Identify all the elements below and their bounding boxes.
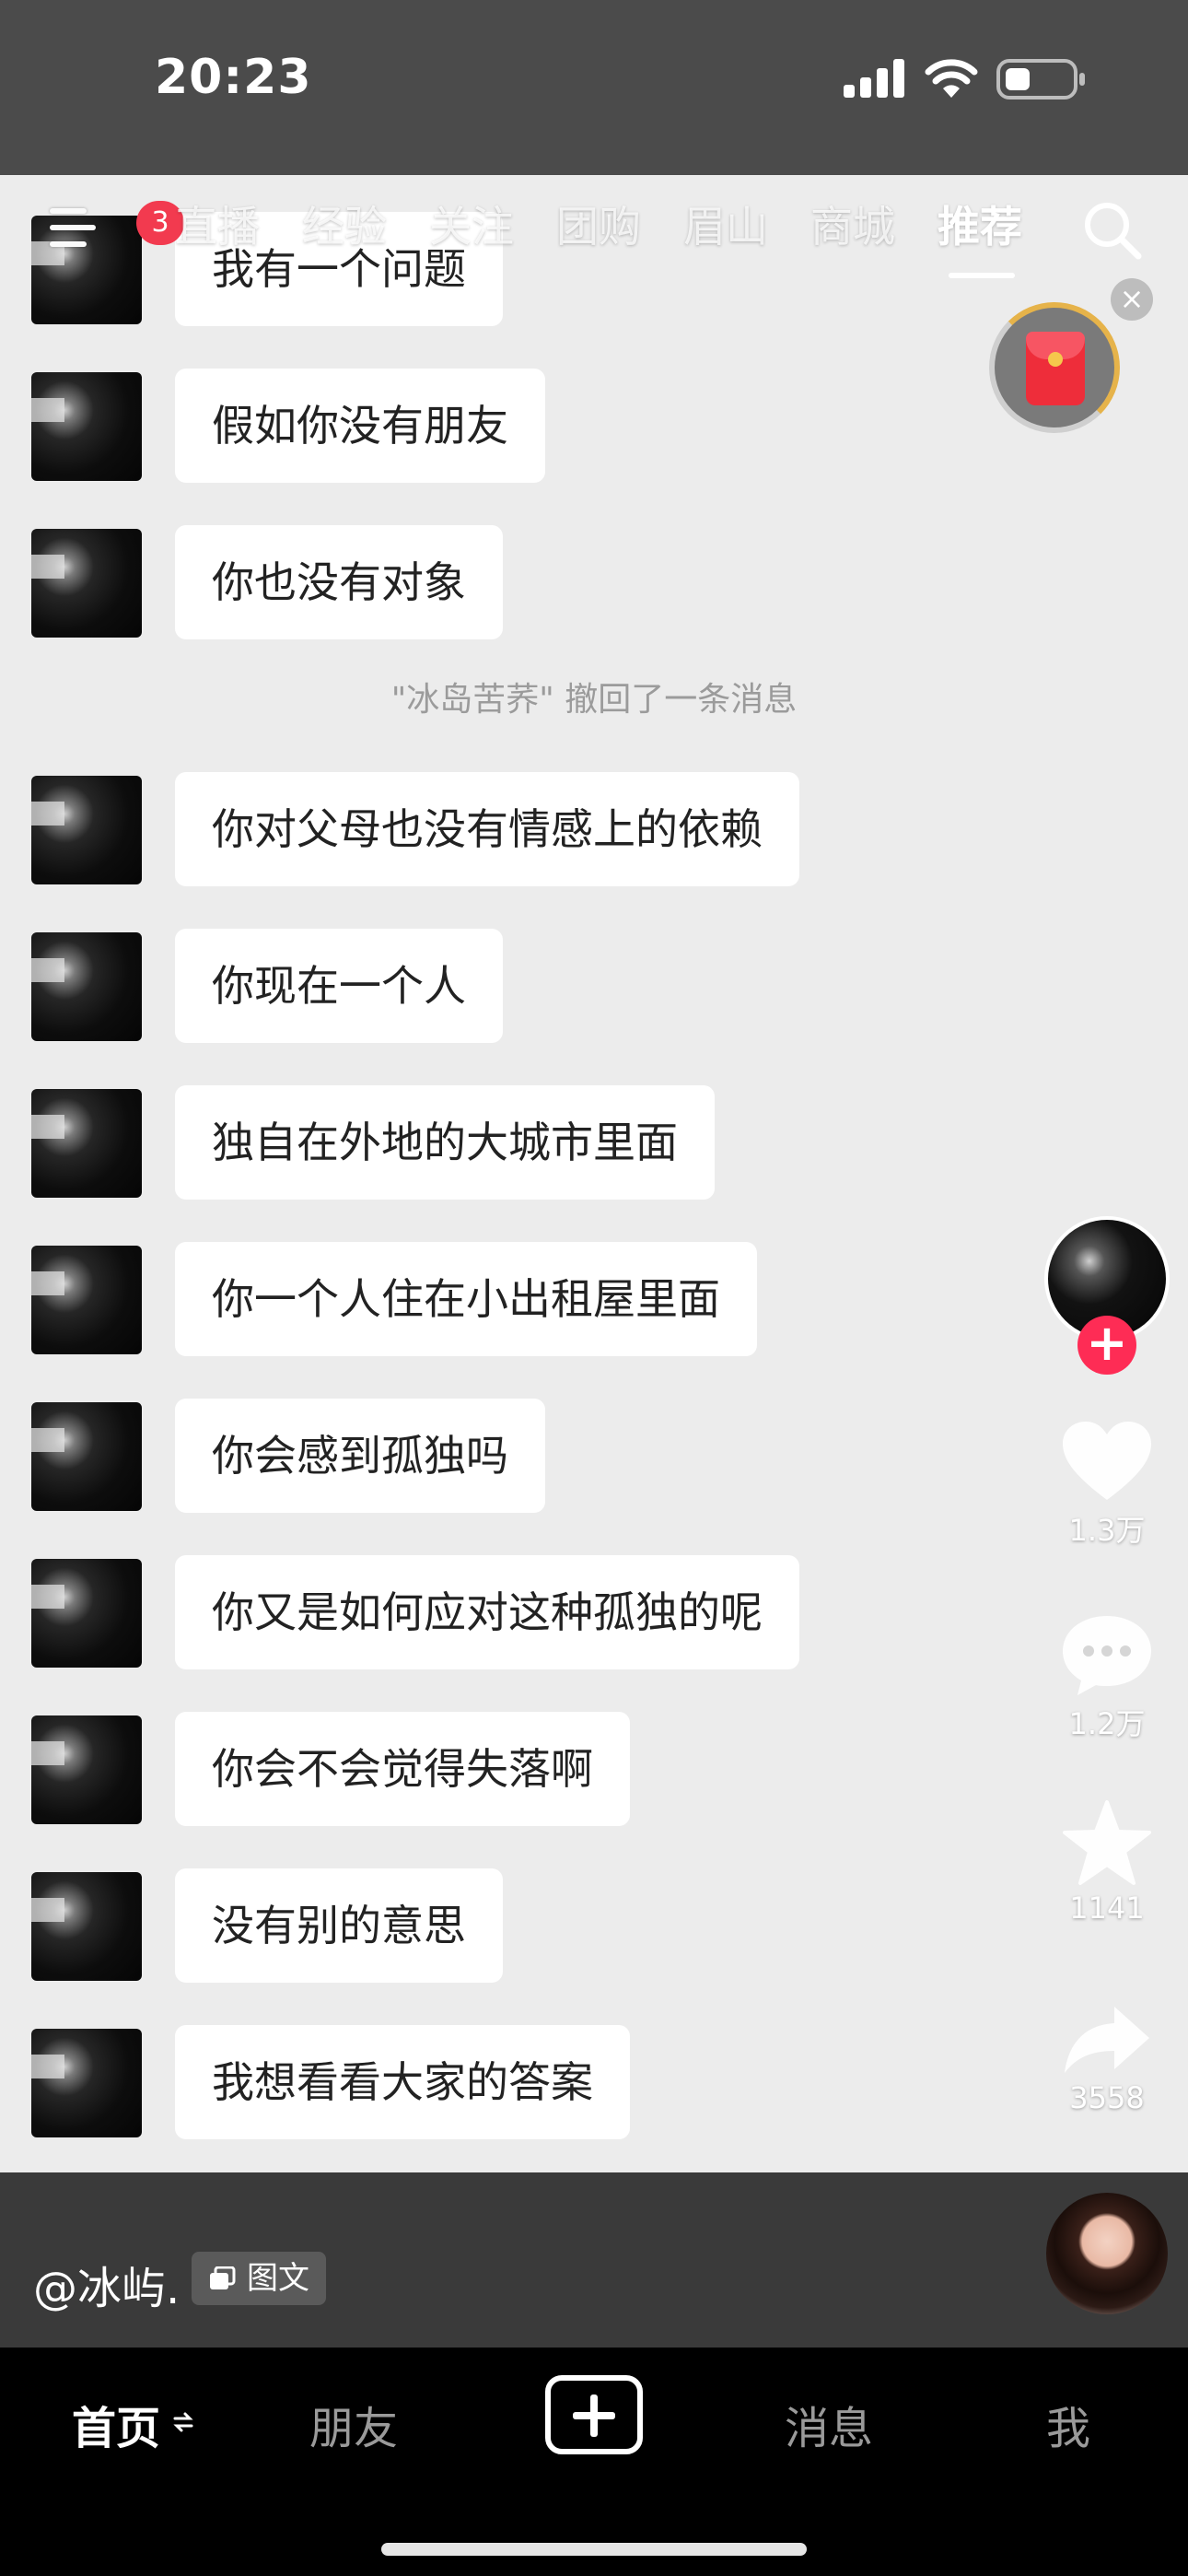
close-icon[interactable]: ×: [1111, 278, 1153, 321]
battery-icon: [996, 59, 1085, 100]
tab-recommended[interactable]: 推荐: [938, 193, 1022, 254]
content-type-tag: 图文: [192, 2252, 326, 2305]
top-navigation: 3 直播 经验 关注 团购 眉山 商城 推荐: [0, 175, 1188, 304]
comment-button[interactable]: 1.2万: [1050, 1610, 1164, 1743]
message-bubble: 我想看看大家的答案: [175, 2025, 630, 2139]
tab-home[interactable]: 首页: [72, 2392, 160, 2456]
menu-line: [50, 208, 87, 214]
sender-avatar: [31, 1402, 142, 1511]
create-post-button[interactable]: [545, 2375, 643, 2454]
heart-icon: [1063, 1422, 1151, 1500]
chat-message: 你也没有对象: [0, 525, 1188, 639]
tab-me[interactable]: 我: [1046, 2392, 1090, 2456]
star-icon: [1063, 1800, 1151, 1885]
status-bar: 20:23: [0, 0, 1188, 175]
message-bubble: 你现在一个人: [175, 929, 503, 1043]
message-bubble: 你对父母也没有情感上的依赖: [175, 772, 799, 886]
sender-avatar: [31, 1246, 142, 1354]
chat-message: 我想看看大家的答案: [0, 2025, 1188, 2139]
active-tab-indicator: [949, 273, 1015, 278]
chat-message: 你又是如何应对这种孤独的呢: [0, 1555, 1188, 1669]
message-bubble: 没有别的意思: [175, 1868, 503, 1983]
tab-live[interactable]: 直播: [175, 193, 260, 254]
image-text-icon: [210, 2266, 236, 2289]
chat-message: 你对父母也没有情感上的依赖: [0, 772, 1188, 886]
tab-messages[interactable]: 消息: [785, 2392, 873, 2456]
sender-avatar: [31, 1872, 142, 1981]
follow-button[interactable]: +: [1077, 1316, 1136, 1375]
recall-notice: "冰岛苦荞" 撤回了一条消息: [390, 681, 798, 719]
red-envelope-icon: [1026, 332, 1085, 405]
menu-button[interactable]: 3: [44, 201, 184, 254]
music-disc-avatar[interactable]: [1046, 2193, 1168, 2314]
sender-avatar: [31, 1715, 142, 1824]
message-bubble: 独自在外地的大城市里面: [175, 1085, 715, 1200]
tab-local[interactable]: 眉山: [683, 193, 768, 254]
message-bubble: 你会不会觉得失落啊: [175, 1712, 630, 1826]
chat-image-content[interactable]: 我有一个问题 假如你没有朋友 你也没有对象 "冰岛苦荞" 撤回了一条消息 你对父…: [0, 175, 1188, 2172]
tab-friends[interactable]: 朋友: [309, 2392, 398, 2456]
cellular-signal-icon: [844, 59, 904, 98]
comment-count: 1.2万: [1068, 1706, 1146, 1741]
chat-message: 独自在外地的大城市里面: [0, 1085, 1188, 1200]
sender-avatar: [31, 776, 142, 884]
caption-bar: @冰屿. 图文: [0, 2172, 1188, 2348]
chat-message: 你一个人住在小出租屋里面: [0, 1242, 1188, 1356]
sender-avatar: [31, 529, 142, 638]
menu-line: [50, 241, 87, 247]
red-packet-widget[interactable]: [989, 302, 1120, 433]
comment-icon: [1063, 1616, 1151, 1695]
bottom-tab-bar: 首页 朋友 消息 我: [0, 2348, 1188, 2576]
sender-avatar: [31, 932, 142, 1041]
message-bubble: 你一个人住在小出租屋里面: [175, 1242, 757, 1356]
share-count: 3558: [1069, 2080, 1145, 2115]
message-bubble: 你会感到孤独吗: [175, 1399, 545, 1513]
sender-avatar: [31, 2029, 142, 2137]
sender-avatar: [31, 1089, 142, 1198]
favorite-button[interactable]: 1141: [1050, 1798, 1164, 1926]
status-time: 20:23: [155, 50, 312, 105]
content-type-label: 图文: [247, 2260, 309, 2297]
sender-avatar: [31, 1559, 142, 1668]
message-bubble: 你也没有对象: [175, 525, 503, 639]
tab-group-buy[interactable]: 团购: [556, 193, 641, 254]
tab-following[interactable]: 关注: [429, 193, 514, 254]
home-indicator[interactable]: [381, 2543, 807, 2556]
chat-message: 你会不会觉得失落啊: [0, 1712, 1188, 1826]
author-handle[interactable]: @冰屿.: [33, 2252, 180, 2316]
share-arrow-icon: [1065, 2007, 1149, 2073]
like-button[interactable]: 1.3万: [1050, 1419, 1164, 1550]
search-icon[interactable]: [1079, 197, 1144, 262]
wifi-icon: [925, 59, 978, 98]
message-bubble: 假如你没有朋友: [175, 369, 545, 483]
tab-experience[interactable]: 经验: [302, 193, 387, 254]
chat-message: 你现在一个人: [0, 929, 1188, 1043]
message-bubble: 你又是如何应对这种孤独的呢: [175, 1555, 799, 1669]
sender-avatar: [31, 372, 142, 481]
favorite-count: 1141: [1069, 1891, 1145, 1926]
chat-message: 你会感到孤独吗: [0, 1399, 1188, 1513]
switch-arrows-icon: [173, 2412, 193, 2432]
share-button[interactable]: 3558: [1050, 2003, 1164, 2115]
menu-line: [50, 225, 96, 230]
chat-message: 没有别的意思: [0, 1868, 1188, 1983]
like-count: 1.3万: [1068, 1513, 1146, 1548]
tab-mall[interactable]: 商城: [810, 193, 895, 254]
